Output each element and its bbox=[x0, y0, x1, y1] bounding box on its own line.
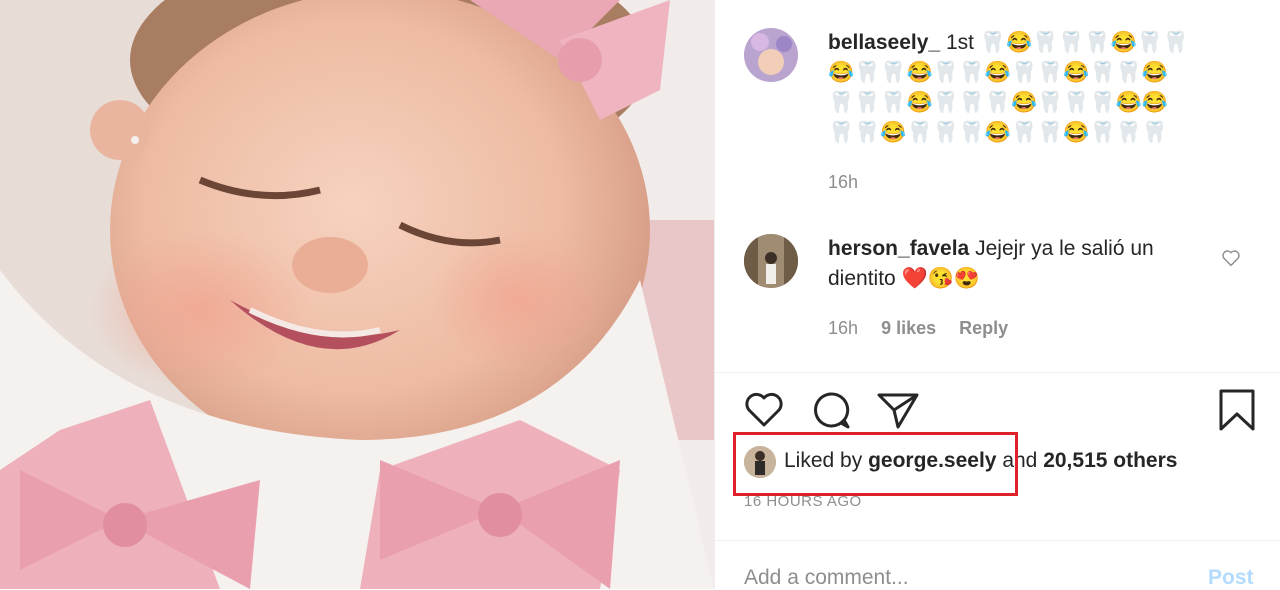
comment-meta: 16h 9 likes Reply bbox=[828, 318, 1026, 339]
highlight-box bbox=[733, 432, 1018, 496]
comment-reply-button[interactable]: Reply bbox=[959, 318, 1008, 338]
author-avatar[interactable] bbox=[744, 28, 798, 82]
commenter-avatar[interactable] bbox=[744, 234, 798, 288]
comment-body: herson_favela Jejejr ya le salió un dien… bbox=[828, 234, 1208, 294]
comment-author-username[interactable]: herson_favela bbox=[828, 237, 969, 260]
caption-emoji-line-1: 🦷😂🦷🦷🦷😂🦷🦷 bbox=[979, 31, 1189, 54]
actions-divider bbox=[715, 372, 1280, 373]
heart-outline-icon[interactable] bbox=[744, 392, 784, 433]
post-caption: bellaseely_ 1st 🦷😂🦷🦷🦷😂🦷🦷 😂🦷🦷😂🦷🦷😂🦷🦷😂🦷🦷😂 🦷… bbox=[828, 28, 1228, 148]
comment-emojis: ❤️😘😍 bbox=[901, 267, 981, 290]
caption-emoji-line-2: 😂🦷🦷😂🦷🦷😂🦷🦷😂🦷🦷😂 bbox=[828, 61, 1168, 84]
comment-like-heart-icon[interactable] bbox=[1221, 249, 1241, 272]
paper-plane-icon[interactable] bbox=[876, 390, 920, 435]
baby-photo-illustration bbox=[0, 0, 714, 589]
comment-time[interactable]: 16h bbox=[828, 318, 858, 338]
post-photo[interactable] bbox=[0, 0, 714, 589]
post-comment-button[interactable]: Post bbox=[1208, 566, 1254, 590]
caption-time[interactable]: 16h bbox=[828, 172, 858, 193]
add-comment-input[interactable]: Add a comment... bbox=[744, 566, 909, 590]
comment-bubble-icon[interactable] bbox=[810, 390, 852, 435]
commenter-avatar-image bbox=[744, 234, 798, 288]
caption-text: 1st bbox=[945, 31, 974, 54]
post-timestamp[interactable]: 16 HOURS AGO bbox=[744, 493, 862, 511]
bookmark-icon[interactable] bbox=[1218, 388, 1256, 437]
caption-author-username[interactable]: bellaseely_ bbox=[828, 31, 940, 54]
comment-likes[interactable]: 9 likes bbox=[881, 318, 936, 338]
liked-by-others[interactable]: 20,515 others bbox=[1043, 449, 1177, 472]
caption-emoji-line-4: 🦷🦷😂🦷🦷🦷😂🦷🦷😂🦷🦷🦷 bbox=[828, 121, 1168, 144]
author-avatar-image bbox=[744, 28, 798, 82]
instagram-post-view: bellaseely_ 1st 🦷😂🦷🦷🦷😂🦷🦷 😂🦷🦷😂🦷🦷😂🦷🦷😂🦷🦷😂 🦷… bbox=[0, 0, 1280, 589]
caption-emoji-line-3: 🦷🦷🦷😂🦷🦷🦷😂🦷🦷🦷😂😂 bbox=[828, 91, 1168, 114]
comment-input-divider bbox=[715, 540, 1280, 541]
